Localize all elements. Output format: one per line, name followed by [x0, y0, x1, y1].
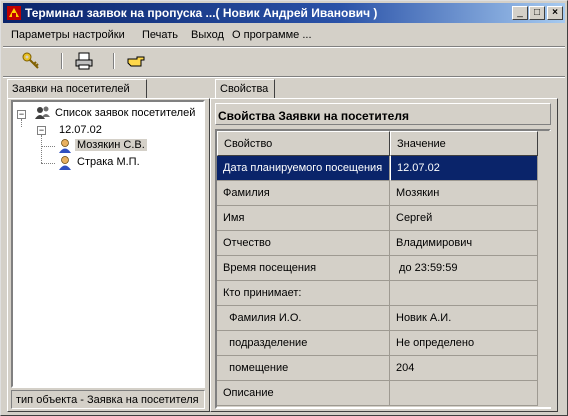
menu-settings[interactable]: Параметры настройки — [11, 29, 125, 41]
property-value[interactable]: до 23:59:59 — [390, 256, 538, 281]
print-button[interactable] — [73, 51, 97, 73]
property-value[interactable]: Не определено — [390, 331, 538, 356]
close-button[interactable]: × — [547, 6, 563, 20]
app-window: Терминал заявок на пропуска ...( Новик А… — [0, 0, 568, 416]
root-collapse-toggle[interactable]: − — [17, 110, 26, 119]
property-name[interactable]: помещение — [217, 356, 390, 381]
tree-connector — [21, 119, 22, 127]
toolbar-separator — [61, 53, 63, 69]
properties-grid: Свойство Значение Дата планируемого посе… — [215, 129, 551, 409]
tree-item-visitor[interactable]: Мозякин С.В. — [75, 139, 147, 151]
property-name[interactable]: Кто принимает: — [217, 281, 390, 306]
printer-icon — [75, 52, 93, 70]
visitor-icon — [59, 139, 71, 153]
vertical-scrollbar[interactable] — [539, 131, 551, 407]
toolbar-divider — [3, 76, 565, 78]
property-name[interactable]: Описание — [217, 381, 390, 406]
visitor-icon — [59, 156, 71, 170]
property-name[interactable]: подразделение — [217, 331, 390, 356]
pointing-hand-icon — [127, 56, 145, 67]
properties-title: Свойства Заявки на посетителя — [215, 103, 551, 125]
menu-print[interactable]: Печать — [142, 29, 178, 41]
property-name[interactable]: Фамилия — [217, 181, 390, 206]
tree-item-visitor[interactable]: Страка М.П. — [77, 156, 140, 168]
title-bar[interactable]: Терминал заявок на пропуска ...( Новик А… — [3, 3, 565, 23]
column-header-value[interactable]: Значение — [390, 131, 538, 156]
tab-visitor-requests[interactable]: Заявки на посетителей — [7, 79, 147, 99]
tab-properties[interactable]: Свойства — [215, 79, 275, 99]
menu-exit[interactable]: Выход — [191, 29, 224, 41]
toolbar — [3, 49, 565, 75]
property-value[interactable]: 12.07.02 — [390, 156, 538, 181]
property-name[interactable]: Имя — [217, 206, 390, 231]
status-text: тип объекта - Заявка на посетителя — [11, 390, 205, 409]
property-value[interactable]: Владимирович — [390, 231, 538, 256]
property-name[interactable]: Время посещения — [217, 256, 390, 281]
property-value[interactable]: Мозякин — [390, 181, 538, 206]
menu-bar: Параметры настройки Печать Выход О прогр… — [3, 26, 565, 44]
app-icon — [7, 6, 21, 20]
property-value[interactable]: 204 — [390, 356, 538, 381]
column-header-property[interactable]: Свойство — [217, 131, 390, 156]
window-title: Терминал заявок на пропуска ...( Новик А… — [25, 6, 378, 20]
property-value[interactable] — [390, 281, 538, 306]
key-icon — [22, 52, 39, 69]
property-value[interactable] — [390, 381, 538, 406]
property-name[interactable]: Отчество — [217, 231, 390, 256]
requests-tree[interactable]: − Список заявок посетителей − 12.07.02 М… — [11, 100, 205, 388]
property-name[interactable]: Фамилия И.О. — [217, 306, 390, 331]
tree-connector — [41, 135, 42, 163]
property-name[interactable]: Дата планируемого посещения — [217, 156, 390, 181]
toolbar-separator — [113, 53, 115, 69]
key-button[interactable] — [21, 51, 45, 73]
tree-connector — [41, 163, 55, 164]
tree-date-node[interactable]: 12.07.02 — [59, 124, 102, 136]
property-value[interactable]: Новик А.И. — [390, 306, 538, 331]
menu-about[interactable]: О программе ... — [232, 29, 312, 41]
menu-divider — [3, 46, 565, 48]
date-collapse-toggle[interactable]: − — [37, 126, 46, 135]
tree-connector — [41, 146, 55, 147]
maximize-button[interactable]: □ — [529, 6, 545, 20]
property-value[interactable]: Сергей — [390, 206, 538, 231]
minimize-button[interactable]: _ — [512, 6, 528, 20]
exit-button[interactable] — [125, 51, 149, 73]
list-root-icon — [35, 106, 50, 119]
tree-root-label[interactable]: Список заявок посетителей — [55, 107, 195, 119]
